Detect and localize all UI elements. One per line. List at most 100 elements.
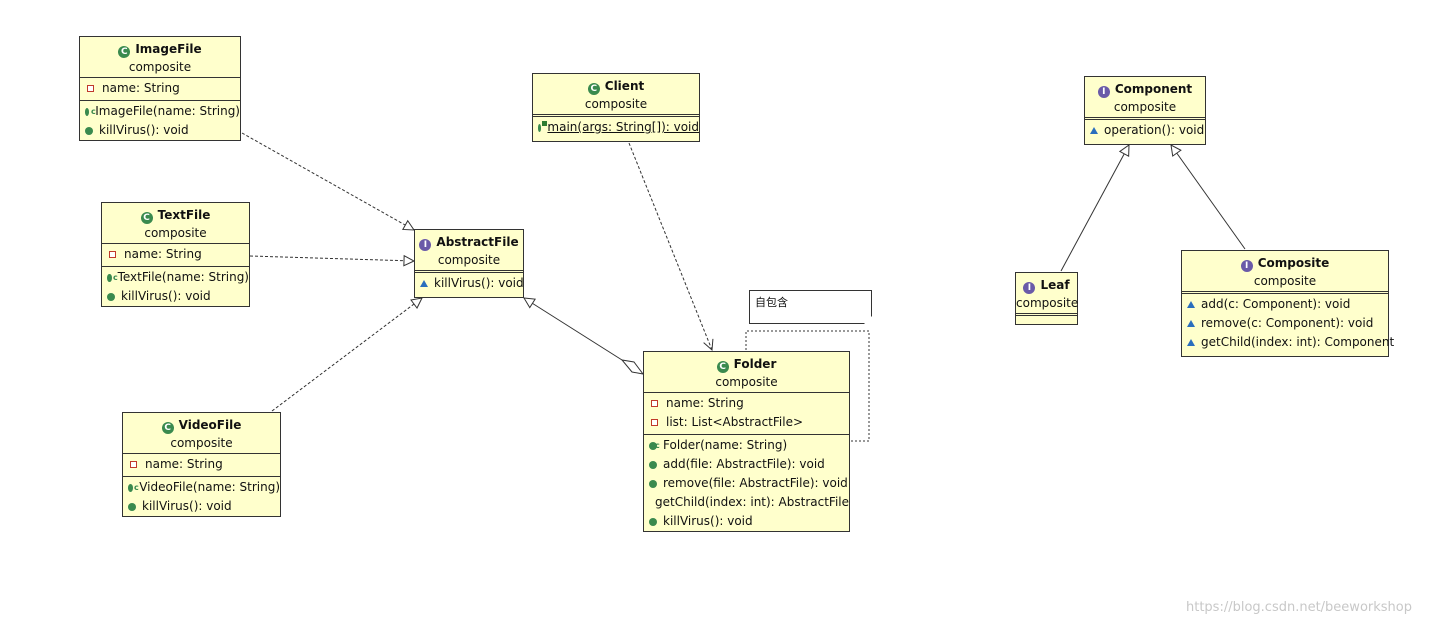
field-row[interactable]: name: String: [644, 394, 849, 413]
class-name: TextFile: [157, 208, 211, 222]
class-name: Folder: [733, 357, 777, 371]
fields-section: name: String list: List<AbstractFile>: [644, 392, 849, 434]
field-row[interactable]: name: String: [80, 79, 240, 98]
interface-icon: I: [1097, 86, 1110, 98]
class-name: VideoFile: [178, 418, 242, 432]
fields-section: name: String: [102, 243, 249, 266]
dependency-client-folder: [628, 142, 712, 350]
package-name: composite: [1253, 274, 1317, 288]
class-icon: C: [140, 212, 153, 224]
interface-composite[interactable]: I Composite composite add(c: Component): …: [1181, 250, 1394, 357]
method-row[interactable]: remove(file: AbstractFile): void: [644, 474, 849, 493]
method-row[interactable]: getChild(index: int): AbstractFile: [644, 493, 849, 512]
abstract-method-icon: [1187, 301, 1195, 308]
package-name: composite: [715, 375, 778, 389]
interface-name: Leaf: [1040, 278, 1070, 292]
method-row[interactable]: ImageFile(name: String): [80, 102, 240, 121]
method-row[interactable]: killVirus(): void: [644, 512, 849, 531]
constructor-icon: [649, 436, 660, 455]
private-field-icon: [130, 461, 137, 468]
class-videofile[interactable]: C VideoFile composite name: String VideoF…: [122, 412, 281, 517]
method-row[interactable]: killVirus(): void: [102, 287, 249, 306]
abstract-method-icon: [1187, 320, 1195, 327]
public-method-icon: [107, 292, 115, 301]
abstract-method-icon: [420, 280, 428, 287]
methods-section: Folder(name: String) add(file: AbstractF…: [644, 434, 849, 533]
private-field-icon: [109, 251, 116, 258]
interface-name: AbstractFile: [436, 235, 519, 249]
method-row[interactable]: add(file: AbstractFile): void: [644, 455, 849, 474]
interface-icon: I: [419, 239, 432, 251]
interface-icon: I: [1023, 282, 1036, 294]
class-icon: C: [118, 46, 131, 58]
private-field-icon: [651, 400, 658, 407]
method-row[interactable]: killVirus(): void: [123, 497, 280, 516]
note-self-contain[interactable]: 自包含: [749, 290, 872, 324]
class-name: Client: [604, 79, 645, 93]
field-row[interactable]: list: List<AbstractFile>: [644, 413, 849, 432]
realization-textfile-abstractfile: [249, 256, 414, 261]
interface-abstractfile[interactable]: I AbstractFile composite killVirus(): voi…: [414, 229, 524, 298]
class-icon: C: [716, 361, 729, 373]
generalization-leaf-component: [1060, 145, 1129, 272]
note-text: 自包含: [755, 296, 788, 309]
method-row[interactable]: VideoFile(name: String): [123, 478, 280, 497]
class-icon: C: [161, 422, 174, 434]
class-icon: C: [587, 83, 600, 95]
method-row[interactable]: operation(): void: [1085, 121, 1205, 140]
class-imagefile[interactable]: C ImageFile composite name: String ImageF…: [79, 36, 241, 141]
interface-leaf[interactable]: I Leaf composite: [1015, 272, 1078, 325]
constructor-icon: [85, 102, 96, 121]
fields-section: name: String: [123, 453, 280, 476]
methods-section: operation(): void: [1085, 117, 1205, 142]
public-method-icon: [649, 517, 657, 526]
field-row[interactable]: name: String: [102, 245, 249, 264]
methods-section: VideoFile(name: String) killVirus(): voi…: [123, 476, 280, 518]
public-method-icon: [649, 460, 657, 469]
package-name: composite: [144, 226, 207, 240]
public-method-icon: [128, 502, 136, 511]
class-client[interactable]: C Client composite main(args: String[]): …: [532, 73, 700, 142]
package-name: composite: [170, 436, 233, 450]
generalization-composite-component: [1171, 145, 1246, 250]
methods-section: add(c: Component): void remove(c: Compon…: [1182, 291, 1394, 354]
private-field-icon: [87, 85, 94, 92]
static-method-icon: [538, 120, 549, 132]
interface-name: Component: [1114, 82, 1193, 96]
package-name: composite: [1016, 296, 1079, 310]
package-name: composite: [1113, 100, 1177, 114]
method-row[interactable]: remove(c: Component): void: [1182, 314, 1388, 333]
interface-name: Composite: [1257, 256, 1330, 270]
class-folder[interactable]: C Folder composite name: String list: Lis…: [643, 351, 850, 532]
private-field-icon: [651, 419, 658, 426]
aggregation-diamond-folder: [620, 359, 645, 375]
class-textfile[interactable]: C TextFile composite name: String TextFil…: [101, 202, 250, 307]
interface-component[interactable]: I Component composite operation(): void: [1084, 76, 1206, 145]
realization-folder-abstractfile: [524, 298, 623, 361]
method-row[interactable]: killVirus(): void: [415, 274, 524, 293]
method-row[interactable]: add(c: Component): void: [1182, 295, 1388, 314]
methods-section: main(args: String[]): void: [533, 114, 699, 139]
abstract-method-icon: [1187, 339, 1195, 346]
realization-imagefile-abstractfile: [241, 132, 414, 230]
field-row[interactable]: name: String: [123, 455, 280, 474]
abstract-method-icon: [1090, 127, 1098, 134]
method-row[interactable]: main(args: String[]): void: [533, 118, 699, 137]
methods-section: TextFile(name: String) killVirus(): void: [102, 266, 249, 308]
package-name: composite: [128, 60, 192, 74]
interface-icon: I: [1240, 260, 1253, 272]
method-row[interactable]: Folder(name: String): [644, 436, 849, 455]
constructor-icon: [107, 268, 117, 287]
constructor-icon: [128, 478, 139, 497]
class-name: ImageFile: [135, 42, 202, 56]
method-row[interactable]: getChild(index: int): Component: [1182, 333, 1394, 352]
public-method-icon: [85, 126, 93, 135]
watermark: https://blog.csdn.net/beeworkshop: [1186, 600, 1412, 615]
method-row[interactable]: TextFile(name: String): [102, 268, 249, 287]
public-method-icon: [649, 479, 657, 488]
methods-section: ImageFile(name: String) killVirus(): voi…: [80, 100, 240, 142]
realization-videofile-abstractfile: [271, 298, 422, 412]
methods-section: [1016, 313, 1077, 316]
method-row[interactable]: killVirus(): void: [80, 121, 240, 140]
package-name: composite: [437, 253, 501, 267]
